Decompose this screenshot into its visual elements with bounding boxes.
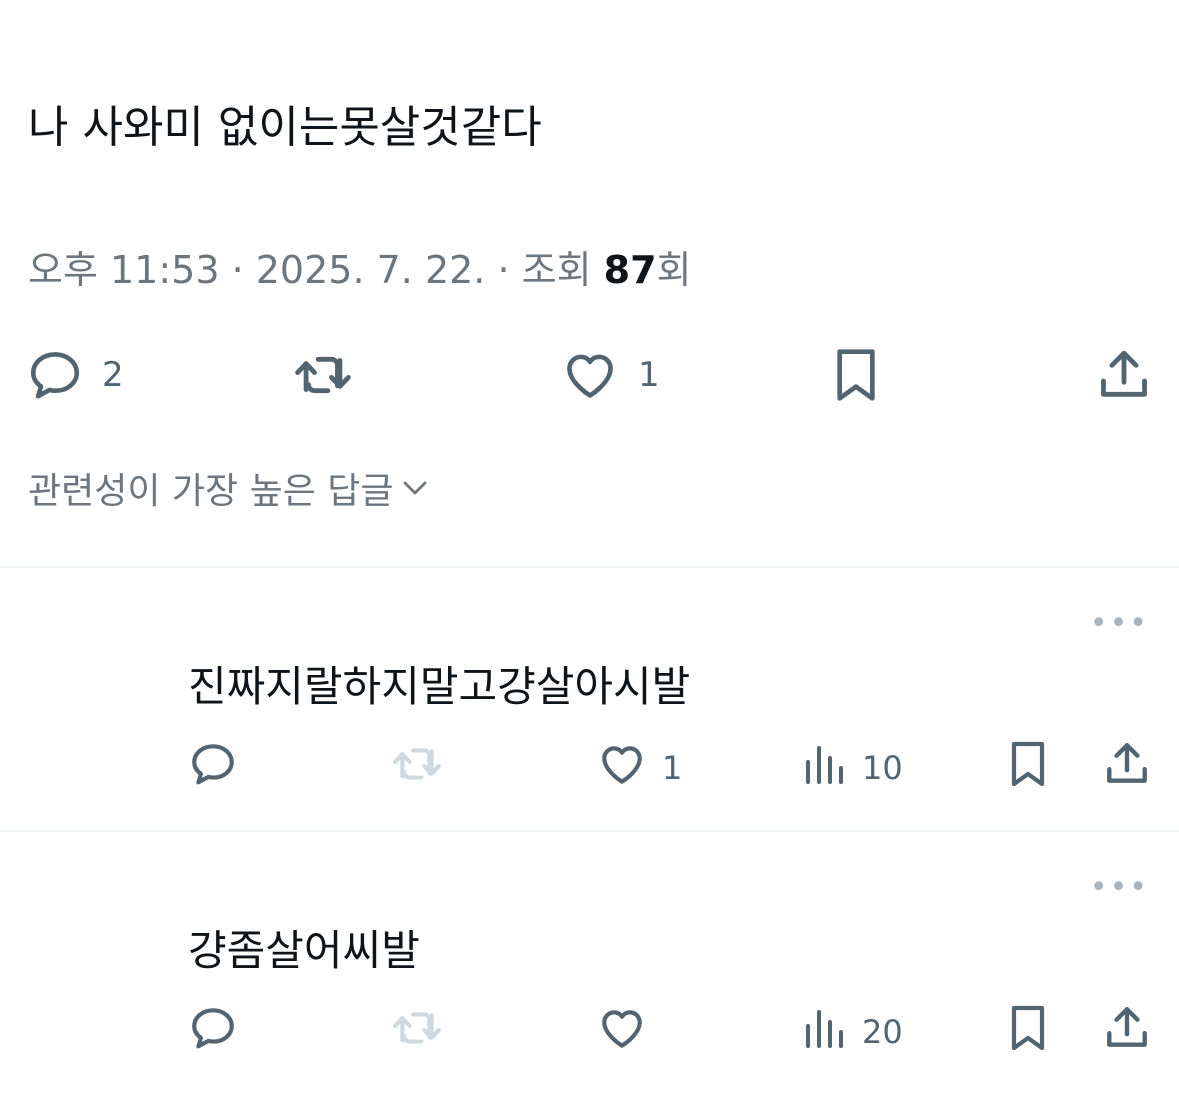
heart-icon xyxy=(560,346,620,404)
like-count: 1 xyxy=(662,749,683,787)
views-icon xyxy=(800,739,848,797)
sort-label: 관련성이 가장 높은 답글 xyxy=(28,471,394,512)
retweet-button[interactable] xyxy=(290,335,356,415)
view-count: 10 xyxy=(862,749,903,787)
reply-action-bar: 1 10 xyxy=(0,733,1179,803)
share-button[interactable] xyxy=(1094,335,1154,415)
divider xyxy=(0,566,1179,568)
view-suffix: 회 xyxy=(656,248,692,292)
tweet-time: 오후 11:53 · 2025. 7. 22. · 조회 xyxy=(28,248,604,292)
retweet-icon xyxy=(290,346,356,404)
reply-icon xyxy=(26,346,84,404)
tweet-action-bar: 2 1 xyxy=(0,335,1179,415)
reply-action-bar: 20 xyxy=(0,997,1179,1067)
reply-text: 걍좀살어씨발 xyxy=(188,926,420,975)
share-icon xyxy=(1102,1003,1152,1061)
tweet-text: 나 사와미 없이는못살것같다 xyxy=(28,102,542,153)
reply-button[interactable]: 2 xyxy=(26,335,124,415)
share-icon xyxy=(1102,739,1152,797)
retweet-icon xyxy=(388,1003,446,1061)
share-button[interactable] xyxy=(1102,997,1152,1067)
retweet-button xyxy=(388,997,446,1067)
reply-icon xyxy=(188,739,238,797)
views-icon xyxy=(800,1003,848,1061)
reply-sort-dropdown[interactable]: 관련성이 가장 높은 답글 xyxy=(28,468,430,516)
view-count: 20 xyxy=(862,1013,903,1051)
chevron-down-icon xyxy=(394,468,430,516)
bookmark-button[interactable] xyxy=(828,335,884,415)
like-count: 1 xyxy=(638,355,660,395)
views-button[interactable]: 10 xyxy=(800,733,903,803)
bookmark-icon xyxy=(828,344,884,406)
more-options-icon[interactable]: ••• xyxy=(1090,606,1149,641)
share-icon xyxy=(1094,346,1154,404)
like-button[interactable] xyxy=(596,997,662,1067)
reply-button[interactable] xyxy=(188,733,238,803)
more-options-icon[interactable]: ••• xyxy=(1090,870,1149,905)
share-button[interactable] xyxy=(1102,733,1152,803)
bookmark-button[interactable] xyxy=(1004,733,1052,803)
bookmark-icon xyxy=(1004,737,1052,799)
divider xyxy=(0,830,1179,832)
bookmark-icon xyxy=(1004,1001,1052,1063)
view-count: 87 xyxy=(603,248,657,292)
retweet-button xyxy=(388,733,446,803)
heart-icon xyxy=(596,739,648,797)
reply-text: 진짜지랄하지말고걍살아시발 xyxy=(188,662,691,711)
views-button[interactable]: 20 xyxy=(800,997,903,1067)
reply-icon xyxy=(188,1003,238,1061)
heart-icon xyxy=(596,1003,648,1061)
like-button[interactable]: 1 xyxy=(560,335,660,415)
tweet-meta: 오후 11:53 · 2025. 7. 22. · 조회 87회 xyxy=(28,246,691,294)
like-button[interactable]: 1 xyxy=(596,733,682,803)
retweet-icon xyxy=(388,739,446,797)
reply-count: 2 xyxy=(102,355,124,395)
reply-button[interactable] xyxy=(188,997,238,1067)
bookmark-button[interactable] xyxy=(1004,997,1052,1067)
